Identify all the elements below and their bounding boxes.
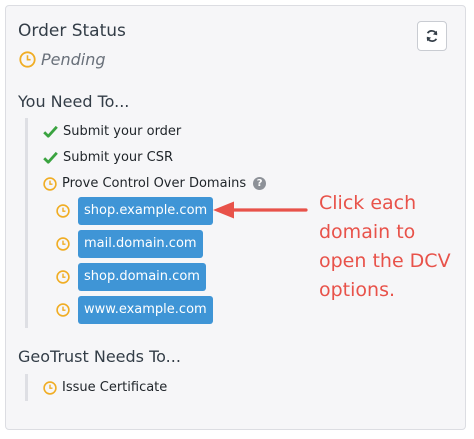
clock-icon <box>56 237 70 251</box>
task-prove-control: Prove Control Over Domains ? <box>43 176 267 191</box>
clock-icon <box>19 51 36 68</box>
domain-button-mail-domain[interactable]: mail.domain.com <box>78 230 203 258</box>
clock-icon <box>56 204 70 218</box>
domain-row: www.example.com <box>56 296 213 324</box>
you-need-to-heading: You Need To... <box>18 92 130 111</box>
geotrust-needs-to-heading: GeoTrust Needs To... <box>18 347 181 366</box>
domain-button-www-example[interactable]: www.example.com <box>78 296 213 324</box>
domain-row: shop.example.com <box>56 197 214 225</box>
dcv-instruction-annotation: Click each domain to open the DCV option… <box>319 192 451 301</box>
clock-icon <box>43 380 57 395</box>
clock-icon <box>56 303 70 317</box>
check-icon <box>43 151 58 164</box>
clock-icon <box>56 270 70 284</box>
task-label: Submit your CSR <box>63 150 173 165</box>
task-label: Prove Control Over Domains <box>62 176 247 191</box>
domain-button-shop-example[interactable]: shop.example.com <box>78 197 214 225</box>
task-submit-order: Submit your order <box>43 124 181 139</box>
refresh-icon <box>425 29 439 43</box>
task-issue-certificate: Issue Certificate <box>43 380 167 395</box>
task-label: Submit your order <box>63 124 182 139</box>
domain-row: mail.domain.com <box>56 230 203 258</box>
question-circle-icon[interactable]: ? <box>253 177 267 190</box>
status-badge: Pending <box>41 50 106 69</box>
refresh-button[interactable] <box>417 21 447 51</box>
arrow-left-icon <box>213 201 308 219</box>
geotrust-divider <box>25 374 28 401</box>
clock-icon <box>43 176 57 191</box>
domain-row: shop.domain.com <box>56 263 206 291</box>
domain-button-shop-domain[interactable]: shop.domain.com <box>78 263 206 291</box>
task-label: Issue Certificate <box>62 380 168 395</box>
you-need-to-divider <box>25 118 28 328</box>
check-icon <box>43 125 58 138</box>
order-status-title: Order Status <box>18 21 126 41</box>
order-status-line: Pending <box>19 50 106 69</box>
task-submit-csr: Submit your CSR <box>43 150 173 165</box>
